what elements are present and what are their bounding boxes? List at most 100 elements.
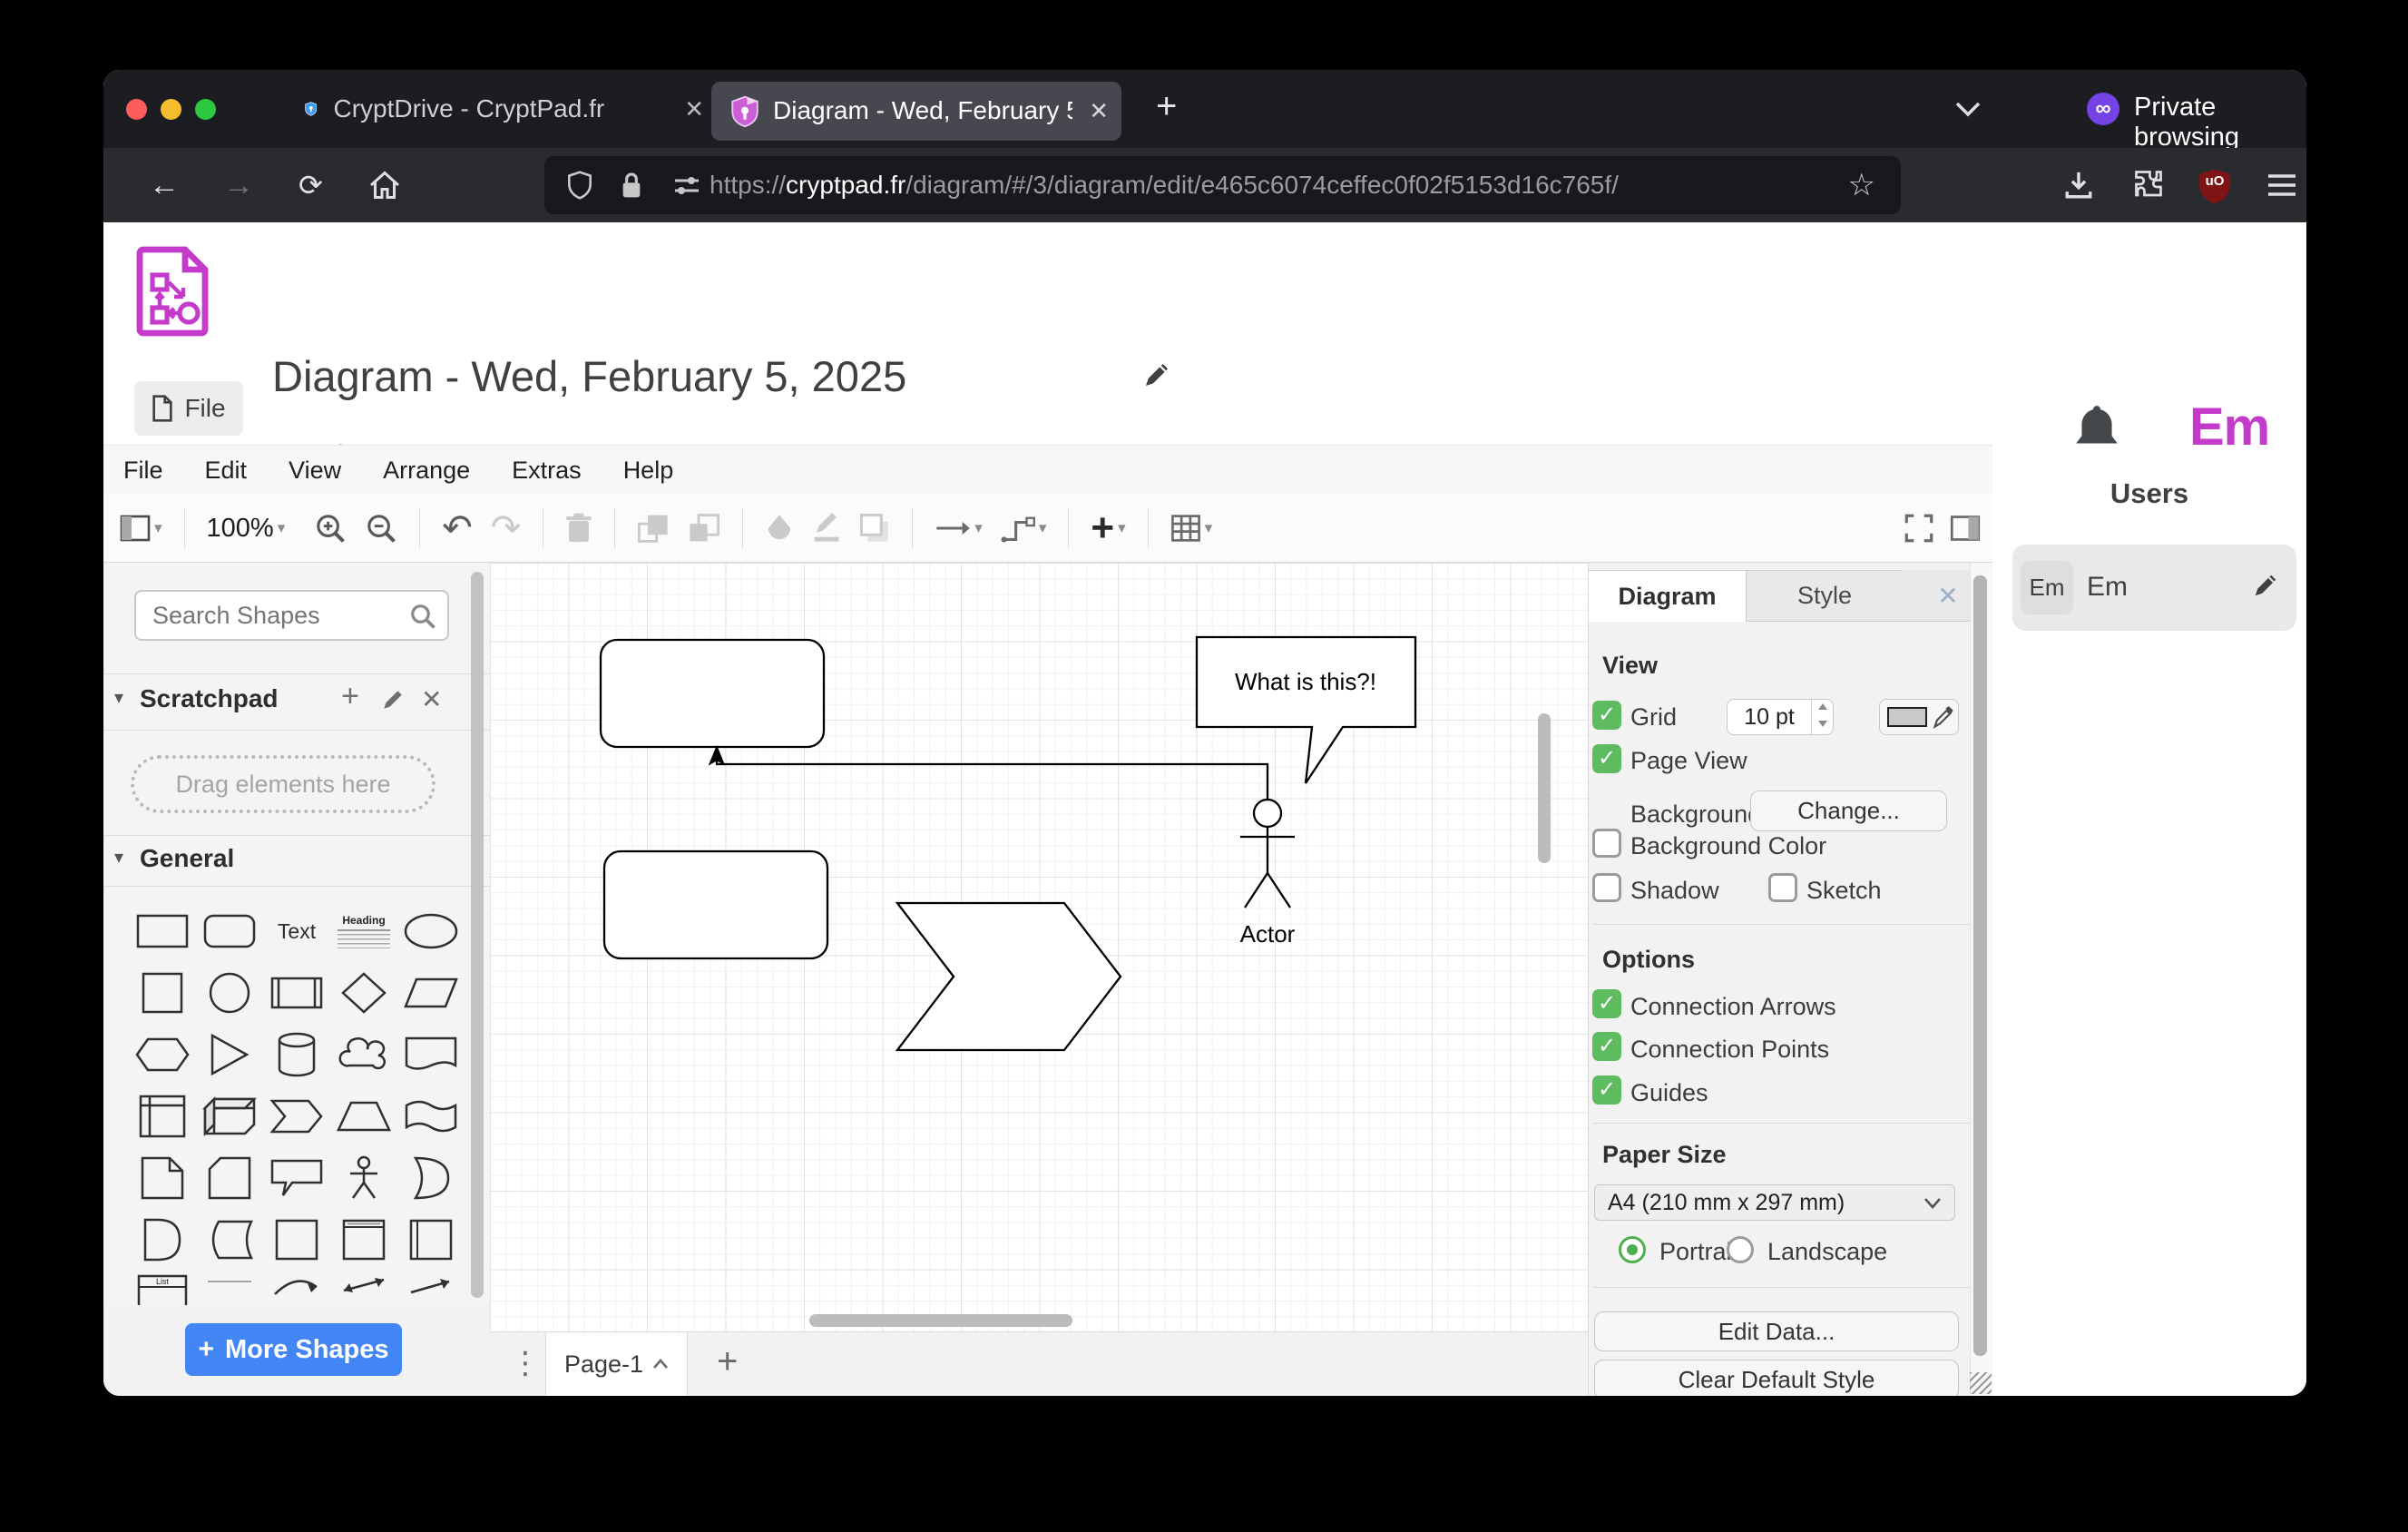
page-tab-1[interactable]: Page-1 <box>545 1332 688 1396</box>
shape-vertical-container[interactable] <box>330 1209 397 1271</box>
more-shapes-button[interactable]: + More Shapes <box>185 1323 402 1376</box>
tab-diagram-active[interactable]: Diagram - Wed, February 5, 202 ✕ <box>711 82 1121 141</box>
menu-extras[interactable]: Extras <box>512 457 582 485</box>
ublock-icon[interactable]: uO <box>2198 168 2232 204</box>
menu-hamburger-icon[interactable] <box>2266 173 2297 197</box>
menu-edit[interactable]: Edit <box>205 457 248 485</box>
edit-name-pencil-icon[interactable] <box>2252 572 2279 599</box>
shape-heading[interactable]: Heading <box>330 900 397 962</box>
search-shapes-input[interactable] <box>151 595 396 635</box>
file-menu-button[interactable]: File <box>134 381 243 436</box>
bookmark-star-icon[interactable]: ☆ <box>1848 156 1875 214</box>
edge-actor-to-rect1[interactable] <box>710 748 1268 800</box>
macos-close-button[interactable] <box>126 99 147 120</box>
line-color-button[interactable] <box>812 513 841 544</box>
back-icon[interactable]: ← <box>149 148 180 222</box>
node-callout-bubble[interactable] <box>1197 637 1415 783</box>
shape-note[interactable] <box>129 1147 196 1209</box>
shape-cube[interactable] <box>196 1085 263 1147</box>
guides-checkbox[interactable]: ✓ <box>1592 1075 1621 1105</box>
shape-container[interactable] <box>263 1209 330 1271</box>
shape-trapezoid[interactable] <box>330 1085 397 1147</box>
permissions-icon[interactable] <box>673 176 700 196</box>
node-actor[interactable] <box>1240 800 1295 908</box>
shape-horizontal-container[interactable] <box>397 1209 465 1271</box>
shadow-button[interactable] <box>859 513 890 544</box>
shape-circle[interactable] <box>196 962 263 1024</box>
rename-pencil-icon[interactable] <box>1142 360 1171 389</box>
shape-cloud[interactable] <box>330 1024 397 1085</box>
general-section-header[interactable]: ▾ General <box>103 835 490 886</box>
grid-checkbox[interactable]: ✓ <box>1592 701 1621 730</box>
shape-internal-storage[interactable] <box>129 1085 196 1147</box>
shape-diamond[interactable] <box>330 962 397 1024</box>
to-front-button[interactable] <box>637 513 670 544</box>
home-icon[interactable] <box>368 170 401 201</box>
shape-text[interactable]: Text <box>263 900 330 962</box>
to-back-button[interactable] <box>688 513 720 544</box>
tab-list-chevron-icon[interactable] <box>1954 101 1982 117</box>
tab-style[interactable]: Style <box>1746 570 1903 622</box>
forward-icon[interactable]: → <box>223 148 254 222</box>
shape-triangle[interactable] <box>196 1024 263 1085</box>
shape-ellipse[interactable] <box>397 900 465 962</box>
actor-label[interactable]: Actor <box>1240 920 1296 948</box>
shadow-checkbox[interactable] <box>1592 873 1621 902</box>
shape-callout[interactable] <box>263 1147 330 1209</box>
macos-minimize-button[interactable] <box>161 99 181 120</box>
scratchpad-header[interactable]: ▾ Scratchpad + ✕ <box>103 673 490 730</box>
pages-menu-kebab-icon[interactable]: ⋮ <box>510 1345 541 1381</box>
format-panel-toggle-button[interactable] <box>1950 515 1981 542</box>
fill-color-button[interactable] <box>765 513 794 544</box>
lock-icon[interactable] <box>621 171 642 200</box>
insert-button[interactable]: +▾ <box>1091 508 1125 548</box>
view-panels-button[interactable]: ▾ <box>120 515 162 542</box>
callout-text[interactable]: What is this?! <box>1235 668 1376 695</box>
menu-view[interactable]: View <box>289 457 341 485</box>
node-step-shape[interactable] <box>897 903 1121 1050</box>
node-rounded-rect-2[interactable] <box>604 851 827 958</box>
shape-document[interactable] <box>397 1024 465 1085</box>
clear-default-style-button[interactable]: Clear Default Style <box>1594 1360 1959 1396</box>
background-color-checkbox[interactable] <box>1592 829 1621 858</box>
new-tab-button[interactable]: + <box>1156 86 1177 127</box>
tab-close-icon[interactable]: ✕ <box>684 95 704 123</box>
shape-card[interactable] <box>196 1147 263 1209</box>
tab-cryptdrive[interactable]: CryptDrive - CryptPad.fr ✕ <box>305 70 704 148</box>
page-view-checkbox[interactable]: ✓ <box>1592 744 1621 773</box>
zoom-out-button[interactable] <box>365 512 397 545</box>
shape-or[interactable] <box>397 1147 465 1209</box>
menu-arrange[interactable]: Arrange <box>383 457 470 485</box>
zoom-in-button[interactable] <box>314 512 347 545</box>
format-panel-scrollbar[interactable] <box>1973 575 1987 1356</box>
menu-help[interactable]: Help <box>623 457 674 485</box>
fullscreen-button[interactable] <box>1904 514 1933 543</box>
extensions-puzzle-icon[interactable] <box>2132 168 2165 201</box>
portrait-radio[interactable] <box>1619 1236 1646 1263</box>
table-button[interactable]: ▾ <box>1170 514 1213 543</box>
diagram-canvas[interactable]: What is this?! Actor <box>490 563 1588 1331</box>
tab-diagram[interactable]: Diagram <box>1589 570 1746 622</box>
user-card[interactable]: Em Em <box>2012 545 2296 631</box>
canvas-vertical-scrollbar[interactable] <box>1538 713 1551 863</box>
paper-size-select[interactable]: A4 (210 mm x 297 mm) <box>1594 1184 1955 1221</box>
resize-handle[interactable] <box>1970 1372 1992 1394</box>
scratchpad-close-icon[interactable]: ✕ <box>421 684 442 714</box>
grid-size-input[interactable] <box>1728 700 1811 734</box>
scratchpad-add-icon[interactable]: + <box>341 679 359 714</box>
shape-data-storage[interactable] <box>196 1209 263 1271</box>
connection-arrows-checkbox[interactable]: ✓ <box>1592 989 1621 1018</box>
background-change-button[interactable]: Change... <box>1750 791 1947 831</box>
grid-color-button[interactable] <box>1879 699 1959 735</box>
landscape-radio[interactable] <box>1727 1236 1754 1263</box>
shape-cylinder[interactable] <box>263 1024 330 1085</box>
macos-zoom-button[interactable] <box>195 99 216 120</box>
shape-square[interactable] <box>129 962 196 1024</box>
redo-button[interactable]: ↷ <box>491 507 522 549</box>
shape-rounded-rectangle[interactable] <box>196 900 263 962</box>
shape-actor[interactable] <box>330 1147 397 1209</box>
shape-rectangle[interactable] <box>129 900 196 962</box>
shape-and[interactable] <box>129 1209 196 1271</box>
shape-parallelogram[interactable] <box>397 962 465 1024</box>
delete-button[interactable] <box>565 512 592 545</box>
